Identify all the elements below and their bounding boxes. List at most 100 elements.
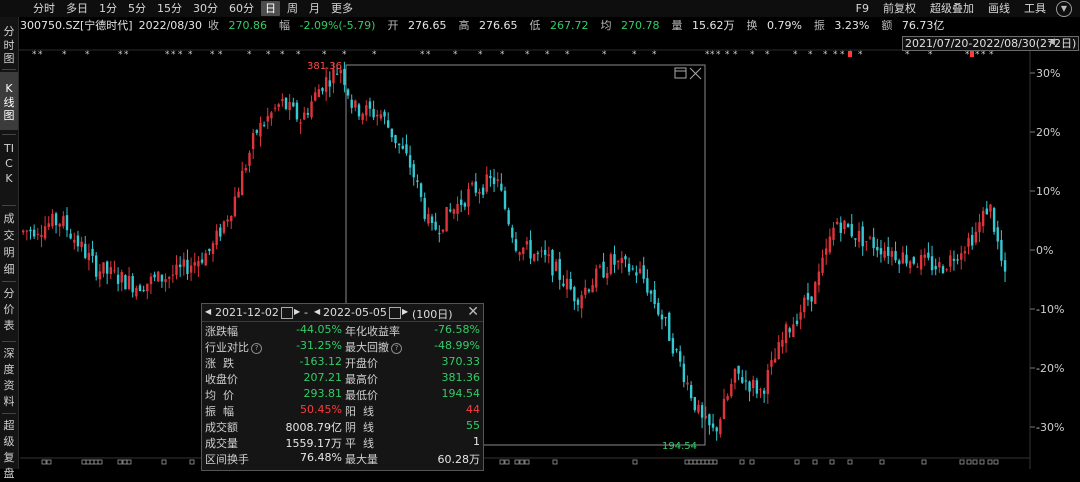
candle-body [434,221,437,230]
triangle-left-icon[interactable]: ◀ [314,307,320,316]
bottom-event-icon [117,459,123,465]
candle-body [536,252,540,254]
stat-label: 成交额 [205,421,238,434]
candle-body [109,267,112,275]
candle-body [91,248,94,256]
candle-body [208,248,211,251]
event-star-icon: * [765,50,770,60]
candle-body [47,223,50,228]
sidebar-divider [2,281,16,282]
candle-body [518,252,521,255]
event-star-icon: * [372,50,377,60]
sidebar-tab-kline[interactable]: K线图 [0,72,18,130]
stat-value: 293.81 [303,387,343,400]
candle-body [299,122,302,124]
candle-body [573,287,576,302]
triangle-right-icon[interactable]: ▶ [294,307,300,316]
candle-body [408,155,412,168]
stat-label: 行业对比 [205,341,249,354]
bottom-event-icon [704,459,710,465]
candle-body [996,227,999,242]
stats-row: 涨 跌 -163.12 开盘价 370.33 [202,355,483,371]
candle-body [303,112,306,120]
stats-row: 成交量 1559.17万 平 线 1 [202,435,483,451]
candle-body [781,340,784,347]
candle-body [981,210,985,227]
sidebar-tab-depth[interactable]: 深度资料 [0,343,18,411]
candle-body [912,257,915,264]
candle-body [372,109,375,118]
event-star-icon: * [823,50,828,60]
sidebar-tab-trade-detail[interactable]: 成交明细 [0,207,18,279]
candle-body [354,100,357,108]
candle-body [204,253,207,266]
candle-body [923,254,926,258]
candle-body [689,385,693,399]
sidebar-tab-tick[interactable]: TICK [0,137,18,203]
candle-body [412,164,415,178]
candle-body [985,208,988,215]
stat-label: 最低价 [345,389,378,402]
candle-body [73,239,76,243]
sidebar-tab-fenshi[interactable]: 分时图 [0,19,18,67]
candle-body [558,259,561,280]
event-star-icon: * [500,50,505,60]
triangle-left-icon[interactable]: ◀ [1048,37,1055,47]
candle-body [576,299,580,305]
sidebar-tab-price-table[interactable]: 分价表 [0,283,18,339]
candle-body [262,124,266,126]
start-date[interactable]: 2021-12-02 [215,306,279,319]
event-star-icon: * [793,50,798,60]
candle-body [178,264,182,268]
kline-chart[interactable]: 30%20%10%0%-10%-20%-30%381.36194.54* * * * *… [0,0,1080,469]
candle-body [244,168,248,171]
help-icon[interactable]: ? [251,343,262,354]
triangle-right-icon[interactable]: ▶ [402,307,408,316]
sidebar-label-fenshi: 分时图 [3,25,15,65]
event-star-icon: * [565,50,570,60]
candle-body [357,104,361,117]
candle-body [777,342,780,359]
event-flag-icon [848,51,852,57]
bottom-event-icon [46,459,52,465]
candle-body [730,384,733,397]
candle-body [255,130,258,133]
candle-body [806,292,810,300]
candle-body [876,246,879,251]
candle-body [324,77,328,92]
candle-body [419,183,423,197]
event-star-icon: * [602,50,607,60]
candle-body [507,210,510,225]
triangle-left-icon[interactable]: ◀ [205,307,211,316]
stat-label: 最大量 [345,453,378,466]
candle-body [438,233,441,235]
date-separator: - [304,306,308,319]
candle-body [543,249,547,255]
candle-body [584,287,587,295]
sidebar-divider [2,413,16,414]
candle-body [135,288,138,297]
candle-body [719,419,722,435]
bottom-event-icon [829,459,835,465]
candle-body [40,234,43,237]
event-flag-icon [970,51,974,57]
close-icon[interactable]: ✕ [467,304,479,320]
candle-body [762,390,766,394]
candle-body [76,235,80,247]
candle-body [795,320,799,325]
stats-row: 均 价 293.81 最低价 194.54 [202,387,483,403]
calendar-icon[interactable] [389,307,401,319]
event-star-icon: * [975,50,980,60]
candle-body [744,380,748,382]
calendar-icon[interactable] [281,307,293,319]
sidebar-label-kline: K线图 [3,82,15,122]
candle-body [671,338,675,354]
candle-body [616,260,620,262]
candle-body [241,170,244,196]
candle-body [116,274,120,284]
candle-body [642,265,645,279]
sidebar-tab-replay[interactable]: 超级复盘 [0,415,18,480]
candle-body [952,258,956,261]
end-date[interactable]: 2022-05-05 [323,306,387,319]
bottom-event-icon [519,459,525,465]
